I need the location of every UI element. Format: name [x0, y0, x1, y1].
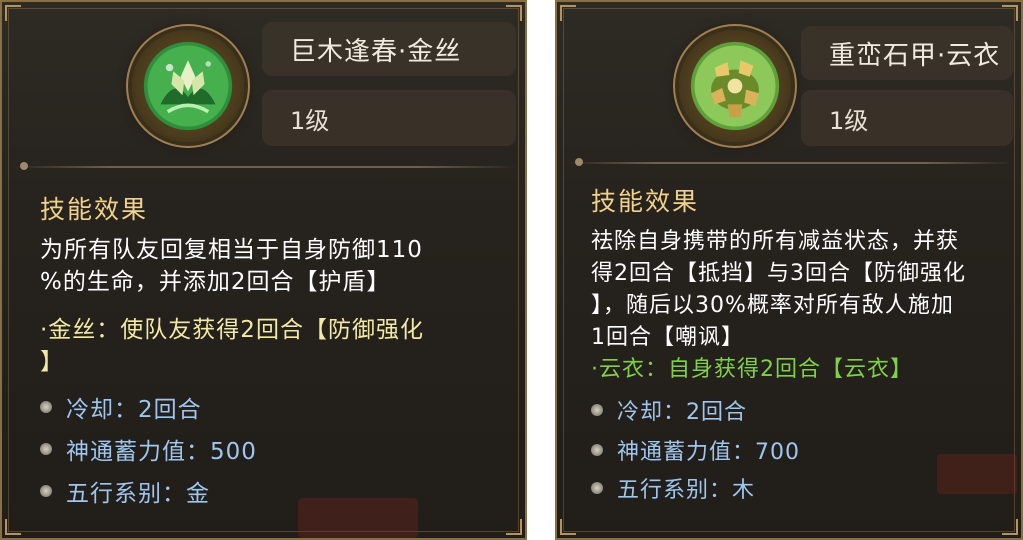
skill-card-left: 巨木逢春·金丝 1级 技能效果 为所有队友回复相当于自身防御110 %的生命，并… — [0, 0, 527, 540]
section-title: 技能效果 — [591, 187, 700, 216]
stat-charge-label: 神通蓄力值：500 — [66, 439, 257, 465]
skill-name: 巨木逢春·金丝 — [290, 36, 462, 67]
description-line: %的生命，并添加2回合【护盾】 — [40, 269, 391, 295]
stat-element: 五行系别：木 — [591, 472, 755, 504]
stat-element-label: 五行系别：金 — [66, 481, 210, 507]
skill-level: 1级 — [829, 106, 869, 135]
stat-cooldown-label: 冷却：2回合 — [66, 397, 202, 423]
frame-corner — [5, 5, 21, 21]
description-line: 1回合【嘲讽】 — [591, 325, 744, 350]
frame-corner — [560, 5, 576, 21]
skill-card-right: 重峦石甲·云衣 1级 技能效果 祛除自身携带的所有减益状态，并获 得2回合【抵挡… — [555, 0, 1023, 540]
section-title: 技能效果 — [40, 195, 149, 224]
bullet-icon — [591, 482, 603, 494]
stat-charge-label: 神通蓄力值：700 — [617, 440, 800, 465]
section-divider — [567, 158, 1013, 166]
stone-armor-skill-icon — [690, 41, 780, 131]
stat-charge: 神通蓄力值：500 — [40, 432, 257, 466]
bullet-icon — [591, 444, 603, 456]
bullet-icon — [40, 401, 52, 413]
description-line: 得2回合【抵挡】与3回合【防御强化 — [591, 261, 966, 286]
stat-element-label: 五行系别：木 — [617, 478, 756, 503]
frame-corner — [560, 519, 576, 535]
skill-name: 重峦石甲·云衣 — [829, 40, 1001, 71]
stat-cooldown: 冷却：2回合 — [591, 394, 747, 426]
description-line: 】，随后以30%概率对所有敌人施加 — [591, 293, 954, 318]
skill-name-box: 巨木逢春·金丝 — [262, 22, 516, 76]
bullet-icon — [591, 404, 603, 416]
frame-corner — [506, 5, 522, 21]
frame-corner — [1002, 519, 1018, 535]
skill-name-box: 重峦石甲·云衣 — [801, 26, 1013, 80]
description-line: 祛除自身携带的所有减益状态，并获 — [591, 229, 960, 254]
skill-description: 祛除自身携带的所有减益状态，并获 得2回合【抵挡】与3回合【防御强化 】，随后以… — [591, 226, 966, 354]
stat-charge: 神通蓄力值：700 — [591, 434, 800, 466]
special-effect-line: ·云衣：自身获得2回合【云衣】 — [591, 357, 913, 382]
description-line: 为所有队友回复相当于自身防御110 — [40, 237, 423, 263]
special-effect-line: ·金丝：使队友获得2回合【防御强化 — [40, 317, 424, 343]
skill-level-box: 1级 — [801, 90, 1013, 146]
skill-icon-frame — [679, 30, 791, 142]
skill-description: 为所有队友回复相当于自身防御110 %的生命，并添加2回合【护盾】 — [40, 234, 423, 298]
frame-corner — [1002, 5, 1018, 21]
background-ghost-button — [937, 454, 1017, 494]
special-effect: ·金丝：使队友获得2回合【防御强化 】 — [40, 314, 424, 378]
frame-corner — [5, 519, 21, 535]
section-divider — [12, 162, 517, 170]
special-effect-line: 】 — [40, 349, 64, 375]
bullet-icon — [40, 443, 52, 455]
special-effect: ·云衣：自身获得2回合【云衣】 — [591, 354, 913, 386]
stat-cooldown-label: 冷却：2回合 — [617, 400, 747, 425]
skill-level: 1级 — [290, 106, 330, 135]
frame-corner — [506, 519, 522, 535]
skill-icon-frame — [132, 30, 244, 142]
skill-level-box: 1级 — [262, 90, 516, 146]
stat-element: 五行系别：金 — [40, 474, 210, 508]
bullet-icon — [40, 485, 52, 497]
stat-cooldown: 冷却：2回合 — [40, 390, 202, 424]
background-ghost-button — [298, 498, 418, 538]
golden-lotus-skill-icon — [143, 41, 233, 131]
